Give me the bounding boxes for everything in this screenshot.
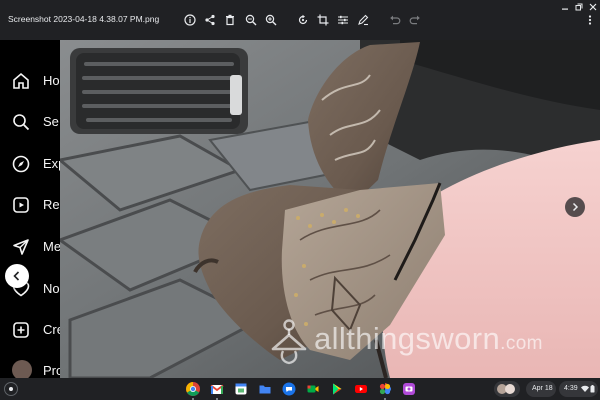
nav-item-search[interactable]: Se bbox=[0, 102, 60, 142]
nav-item-messages[interactable]: Me bbox=[0, 227, 60, 267]
wifi-icon bbox=[581, 385, 589, 392]
more-vert-icon[interactable] bbox=[583, 13, 597, 27]
youtube-icon[interactable] bbox=[354, 382, 368, 396]
watermark-text-main: allthingsworn bbox=[314, 321, 501, 356]
watermark-suffix: .com bbox=[500, 333, 543, 354]
shelf: Apr 18 4:39 bbox=[0, 378, 600, 400]
undo-icon[interactable] bbox=[388, 13, 402, 27]
next-photo-button[interactable] bbox=[565, 197, 585, 217]
nav-label: Cre bbox=[43, 322, 60, 337]
date-tray[interactable]: Apr 18 bbox=[526, 381, 556, 397]
nav-label: Se bbox=[43, 114, 59, 129]
holding-space[interactable] bbox=[494, 381, 520, 397]
info-icon[interactable] bbox=[183, 13, 197, 27]
nav-label: Exp bbox=[43, 156, 60, 171]
launcher-icon bbox=[9, 387, 13, 391]
status-tray[interactable]: 4:39 bbox=[559, 381, 598, 397]
close-icon[interactable] bbox=[587, 2, 599, 12]
nav-item-reels[interactable]: Re bbox=[0, 185, 60, 225]
nav-label: No bbox=[43, 281, 60, 296]
zoom-in-icon[interactable] bbox=[264, 13, 278, 27]
play-store-icon[interactable] bbox=[330, 382, 344, 396]
camera-icon[interactable] bbox=[402, 382, 416, 396]
nav-item-profile[interactable]: Pro bbox=[0, 351, 60, 378]
create-icon bbox=[12, 321, 30, 339]
explore-icon bbox=[12, 155, 30, 173]
time-text: 4:39 bbox=[564, 385, 578, 392]
profile-avatar bbox=[12, 360, 32, 378]
launcher-button[interactable] bbox=[4, 382, 18, 396]
markup-icon[interactable] bbox=[356, 13, 370, 27]
back-button[interactable] bbox=[5, 264, 29, 288]
nav-label: Re bbox=[43, 197, 60, 212]
search-icon bbox=[12, 113, 30, 131]
calendar-icon[interactable] bbox=[234, 382, 248, 396]
share-icon[interactable] bbox=[203, 13, 217, 27]
nav-item-explore[interactable]: Exp bbox=[0, 144, 60, 184]
watermark: allthingsworn.com bbox=[242, 317, 587, 367]
messages-icon bbox=[12, 238, 30, 256]
restore-icon[interactable] bbox=[573, 2, 585, 12]
reels-icon bbox=[12, 196, 30, 214]
minimize-icon[interactable] bbox=[559, 2, 571, 12]
redo-icon[interactable] bbox=[408, 13, 422, 27]
battery-icon bbox=[590, 385, 595, 393]
thumbnail-icon bbox=[505, 384, 515, 394]
hanger-logo-icon bbox=[271, 319, 307, 365]
rotate-icon[interactable] bbox=[296, 13, 310, 27]
nav-label: Pro bbox=[43, 363, 60, 378]
messages-app-icon[interactable] bbox=[282, 382, 296, 396]
gmail-icon[interactable] bbox=[210, 382, 224, 396]
nav-label: Me bbox=[43, 239, 60, 254]
watermark-text: allthingsworn.com bbox=[314, 321, 543, 357]
nav-label: Ho bbox=[43, 73, 60, 88]
nav-item-create[interactable]: Cre bbox=[0, 310, 60, 350]
files-icon[interactable] bbox=[258, 382, 272, 396]
background-app-sidebar: Ho Se Exp Re Me No Cre Pro bbox=[0, 40, 60, 378]
nav-item-home[interactable]: Ho bbox=[0, 61, 60, 101]
adjust-icon[interactable] bbox=[336, 13, 350, 27]
home-icon bbox=[12, 72, 30, 90]
crop-icon[interactable] bbox=[316, 13, 330, 27]
window-title: Screenshot 2023-04-18 4.38.07 PM.png bbox=[8, 14, 160, 24]
delete-icon[interactable] bbox=[223, 13, 237, 27]
chrome-icon[interactable] bbox=[186, 382, 200, 396]
photos-icon[interactable] bbox=[378, 382, 392, 396]
date-text: Apr 18 bbox=[532, 385, 553, 392]
title-bar: Screenshot 2023-04-18 4.38.07 PM.png bbox=[0, 0, 600, 40]
zoom-out-icon[interactable] bbox=[244, 13, 258, 27]
meet-icon[interactable] bbox=[306, 382, 320, 396]
